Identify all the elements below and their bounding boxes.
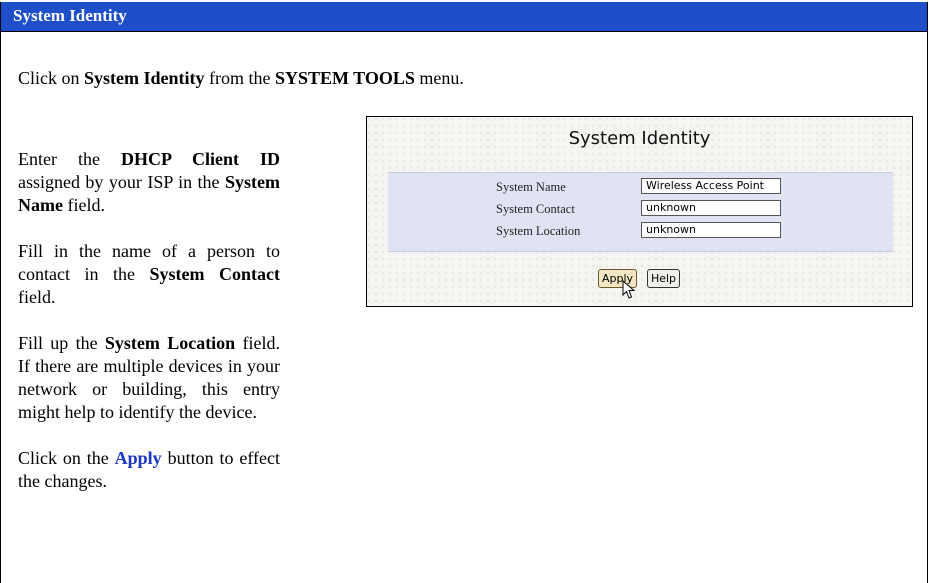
p1-text-3: field. bbox=[62, 195, 105, 215]
section-header: System Identity bbox=[1, 2, 927, 32]
instruction-apply: Click on the Apply button to effect the … bbox=[18, 447, 280, 493]
screenshot-title: System Identity bbox=[568, 128, 711, 149]
system-contact-row: System Contact unknown bbox=[388, 200, 893, 220]
p4-text-1: Click on the bbox=[18, 448, 115, 468]
system-location-field[interactable]: unknown bbox=[641, 222, 781, 238]
p1-text-2: assigned by your ISP in the bbox=[18, 172, 225, 192]
p3-bold-1: System Location bbox=[104, 333, 236, 353]
intro-text: Click on System Identity from the SYSTEM… bbox=[18, 68, 464, 89]
system-name-field[interactable]: Wireless Access Point bbox=[641, 178, 781, 194]
system-name-row: System Name Wireless Access Point bbox=[388, 178, 893, 198]
intro-middle: from the bbox=[204, 68, 275, 88]
p1-text-1: Enter the bbox=[18, 149, 121, 169]
mouse-pointer-icon bbox=[622, 280, 636, 299]
instructions: Enter the DHCP Client ID assigned by you… bbox=[18, 148, 280, 516]
intro-menu: SYSTEM TOOLS bbox=[274, 68, 415, 88]
p1-bold-1: DHCP Client ID bbox=[120, 149, 280, 169]
identity-form: System Name Wireless Access Point System… bbox=[388, 172, 893, 252]
instruction-system-location: Fill up the System Location field. If th… bbox=[18, 332, 280, 424]
intro-item: System Identity bbox=[84, 68, 205, 88]
intro-prefix: Click on bbox=[18, 68, 84, 88]
p4-apply-word: Apply bbox=[114, 448, 162, 468]
p2-bold-1: System Contact bbox=[149, 264, 281, 284]
intro-suffix: menu. bbox=[414, 68, 464, 88]
system-contact-field[interactable]: unknown bbox=[641, 200, 781, 216]
system-contact-label: System Contact bbox=[496, 202, 575, 216]
system-location-row: System Location unknown bbox=[388, 222, 893, 242]
system-location-label: System Location bbox=[496, 224, 581, 238]
system-identity-screenshot: System Identity System Name Wireless Acc… bbox=[366, 116, 913, 307]
p2-text-2: field. bbox=[18, 287, 56, 307]
help-button[interactable]: Help bbox=[647, 269, 680, 288]
system-name-label: System Name bbox=[496, 180, 566, 194]
instruction-system-contact: Fill in the name of a person to contact … bbox=[18, 240, 280, 309]
instruction-system-name: Enter the DHCP Client ID assigned by you… bbox=[18, 148, 280, 217]
p3-text-1: Fill up the bbox=[18, 333, 105, 353]
